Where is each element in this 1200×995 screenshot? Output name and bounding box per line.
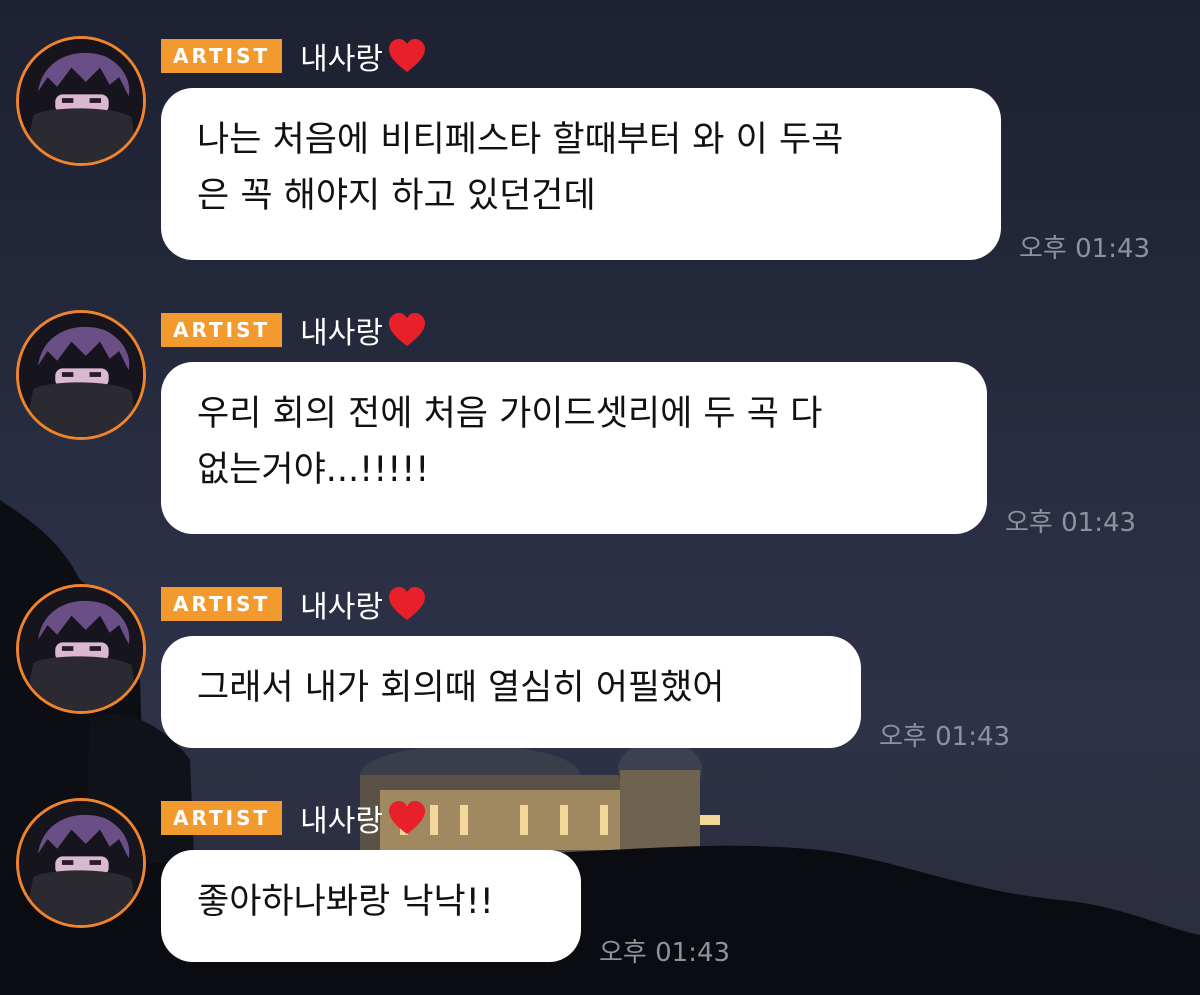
sender-name: 내사랑: [300, 308, 427, 352]
message-header: ARTIST 내사랑: [161, 308, 427, 352]
sender-name: 내사랑: [300, 582, 427, 626]
message-header: ARTIST 내사랑: [161, 34, 427, 78]
artist-avatar[interactable]: [16, 584, 146, 714]
red-heart-icon: [388, 39, 425, 72]
message-bubble[interactable]: 좋아하나봐랑 낙낙!!: [161, 850, 581, 962]
message-timestamp: 오후 01:43: [1005, 508, 1137, 538]
artist-badge: ARTIST: [161, 801, 283, 835]
sender-name: 내사랑: [300, 34, 427, 78]
message-timestamp: 오후 01:43: [879, 722, 1011, 752]
message-header: ARTIST 내사랑: [161, 796, 427, 840]
red-heart-icon: [388, 313, 425, 346]
message-header: ARTIST 내사랑: [161, 582, 427, 626]
red-heart-icon: [388, 801, 425, 834]
sender-name-text: 내사랑: [300, 316, 383, 351]
sender-name-text: 내사랑: [300, 804, 383, 839]
artist-badge: ARTIST: [161, 313, 283, 347]
artist-badge: ARTIST: [161, 39, 283, 73]
artist-avatar[interactable]: [16, 310, 146, 440]
artist-avatar[interactable]: [16, 36, 146, 166]
message-timestamp: 오후 01:43: [599, 938, 731, 968]
sender-name: 내사랑: [300, 796, 427, 840]
red-heart-icon: [388, 587, 425, 620]
message-bubble[interactable]: 그래서 내가 회의때 열심히 어필했어: [161, 636, 861, 748]
artist-avatar[interactable]: [16, 798, 146, 928]
sender-name-text: 내사랑: [300, 590, 383, 625]
message-timestamp: 오후 01:43: [1019, 234, 1151, 264]
message-bubble[interactable]: 나는 처음에 비티페스타 할때부터 와 이 두곡 은 꼭 해야지 하고 있던건데: [161, 88, 1001, 260]
message-bubble[interactable]: 우리 회의 전에 처음 가이드셋리에 두 곡 다 없는거야...!!!!!: [161, 362, 987, 534]
artist-badge: ARTIST: [161, 587, 283, 621]
sender-name-text: 내사랑: [300, 42, 383, 77]
chat-screen: ARTIST 내사랑 나는 처음에 비티페스타 할때부터 와 이 두곡 은 꼭 …: [0, 0, 1200, 995]
